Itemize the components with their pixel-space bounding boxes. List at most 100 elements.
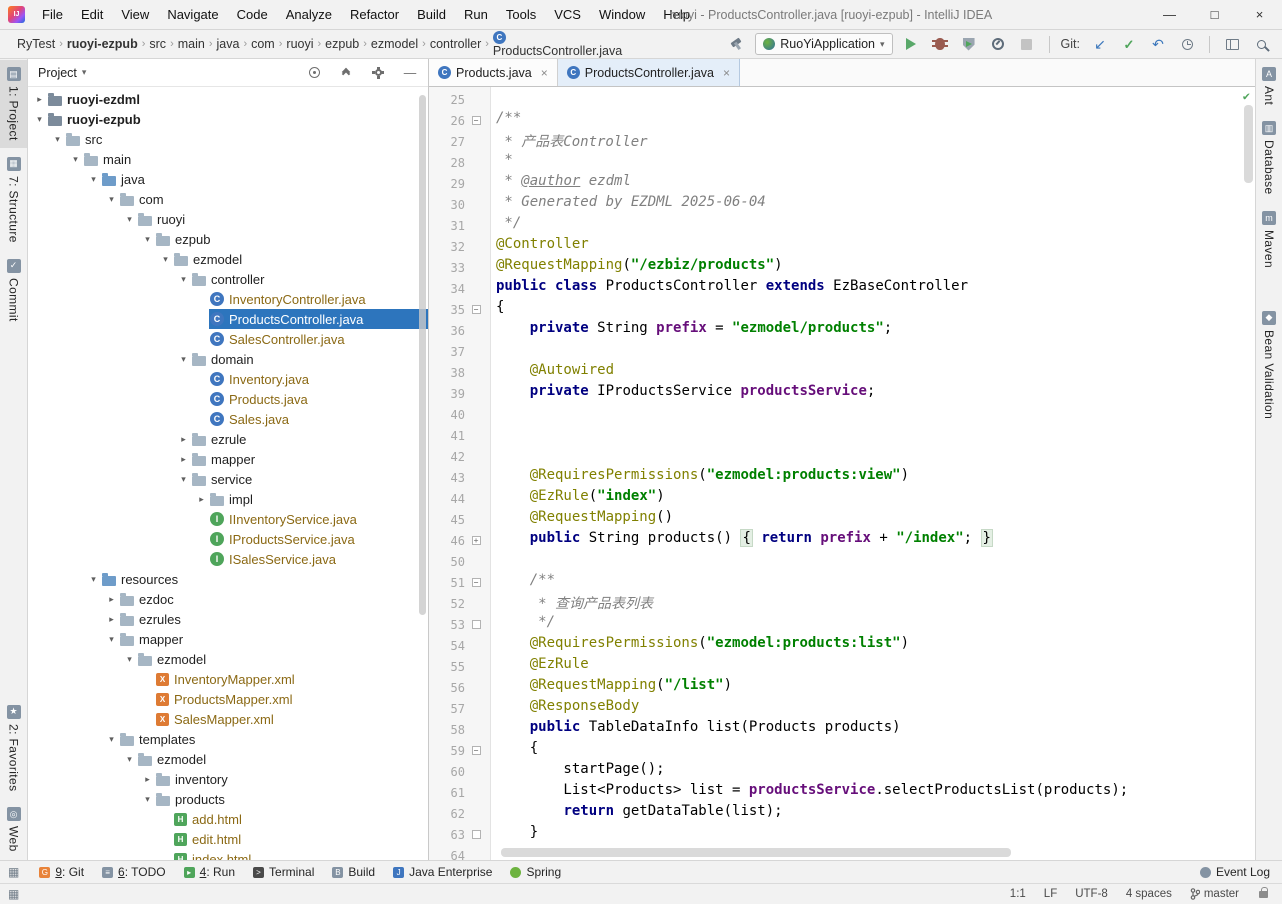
- gutter-line[interactable]: 50: [429, 551, 490, 572]
- chevron-down-icon[interactable]: ▾: [104, 194, 119, 205]
- code-line[interactable]: * 产品表Controller: [496, 131, 1255, 152]
- chevron-down-icon[interactable]: ▾: [82, 67, 87, 78]
- tree-item-ezrule[interactable]: ▸ezrule: [28, 429, 428, 449]
- code-line[interactable]: @RequiresPermissions("ezmodel:products:l…: [496, 635, 1255, 656]
- debug-button[interactable]: [929, 33, 951, 55]
- tool-window-button-commit[interactable]: ✓Commit: [0, 252, 27, 329]
- gutter-line[interactable]: 30: [429, 194, 490, 215]
- code-line[interactable]: @ResponseBody: [496, 698, 1255, 719]
- restore-layout-button[interactable]: [1221, 33, 1243, 55]
- gutter-line[interactable]: 59−: [429, 740, 490, 761]
- tree-item-iproductsservice-java[interactable]: IIProductsService.java: [28, 529, 428, 549]
- caret-position[interactable]: 1:1: [1010, 888, 1026, 900]
- chevron-down-icon[interactable]: ▾: [140, 794, 155, 805]
- chevron-down-icon[interactable]: ▾: [122, 654, 137, 665]
- editor[interactable]: 2526−272829303132333435−3637383940414243…: [429, 87, 1255, 860]
- tree-item-main[interactable]: ▾main: [28, 149, 428, 169]
- breadcrumb-item-productscontroller-java[interactable]: CProductsController.java: [490, 31, 625, 58]
- gutter-line[interactable]: 38: [429, 362, 490, 383]
- tree-item-ezmodel[interactable]: ▾ezmodel: [28, 749, 428, 769]
- breadcrumb-item-java[interactable]: java: [214, 37, 243, 51]
- tool-window-button-database[interactable]: ▥Database: [1256, 114, 1282, 202]
- tree-item-inventorycontroller-java[interactable]: CInventoryController.java: [28, 289, 428, 309]
- code-line[interactable]: }: [496, 824, 1255, 845]
- rollback-button[interactable]: ↶: [1147, 33, 1169, 55]
- gutter-line[interactable]: 51−: [429, 572, 490, 593]
- tree-item-ezmodel[interactable]: ▾ezmodel: [28, 249, 428, 269]
- gutter-line[interactable]: 60: [429, 761, 490, 782]
- menu-tools[interactable]: Tools: [497, 0, 545, 29]
- fold-marker-icon[interactable]: −: [465, 116, 487, 125]
- lock-icon[interactable]: [1259, 891, 1268, 898]
- chevron-down-icon[interactable]: ▾: [50, 134, 65, 145]
- indent-setting[interactable]: 4 spaces: [1126, 888, 1172, 900]
- code-line[interactable]: [496, 551, 1255, 572]
- settings-gear-icon[interactable]: [370, 65, 386, 81]
- gutter-line[interactable]: 58: [429, 719, 490, 740]
- code-line[interactable]: return getDataTable(list);: [496, 803, 1255, 824]
- tree-item-ruoyi[interactable]: ▾ruoyi: [28, 209, 428, 229]
- tree-scrollbar[interactable]: [419, 95, 426, 615]
- menu-run[interactable]: Run: [455, 0, 497, 29]
- tree-item-ruoyi-ezdml[interactable]: ▸ruoyi-ezdml: [28, 89, 428, 109]
- gutter-line[interactable]: 52: [429, 593, 490, 614]
- code-line[interactable]: * Generated by EZDML 2025-06-04: [496, 194, 1255, 215]
- code-line[interactable]: * 查询产品表列表: [496, 593, 1255, 614]
- fold-marker-icon[interactable]: −: [465, 578, 487, 587]
- tree-item-src[interactable]: ▾src: [28, 129, 428, 149]
- menu-help[interactable]: Help: [654, 0, 699, 29]
- gutter-line[interactable]: 28: [429, 152, 490, 173]
- chevron-right-icon[interactable]: ▸: [176, 454, 191, 465]
- chevron-down-icon[interactable]: ▾: [68, 154, 83, 165]
- menu-edit[interactable]: Edit: [72, 0, 112, 29]
- tool-window-button-terminal[interactable]: >Terminal: [253, 865, 314, 879]
- tree-item-java[interactable]: ▾java: [28, 169, 428, 189]
- gutter-line[interactable]: 56: [429, 677, 490, 698]
- collapse-all-icon[interactable]: [338, 65, 354, 81]
- run-coverage-button[interactable]: [958, 33, 980, 55]
- chevron-down-icon[interactable]: ▾: [158, 254, 173, 265]
- search-everywhere-button[interactable]: [1250, 33, 1272, 55]
- tool-window-button-web[interactable]: ◎Web: [0, 800, 27, 859]
- chevron-right-icon[interactable]: ▸: [104, 594, 119, 605]
- tree-item-products-java[interactable]: CProducts.java: [28, 389, 428, 409]
- tree-item-ezrules[interactable]: ▸ezrules: [28, 609, 428, 629]
- gutter-line[interactable]: 63: [429, 824, 490, 845]
- code-line[interactable]: @RequestMapping("/ezbiz/products"): [496, 257, 1255, 278]
- chevron-down-icon[interactable]: ▾: [32, 114, 47, 125]
- maximize-button[interactable]: □: [1192, 0, 1237, 29]
- tree-item-ezmodel[interactable]: ▾ezmodel: [28, 649, 428, 669]
- menu-analyze[interactable]: Analyze: [277, 0, 341, 29]
- menu-vcs[interactable]: VCS: [545, 0, 590, 29]
- tree-item-domain[interactable]: ▾domain: [28, 349, 428, 369]
- tree-item-productsmapper-xml[interactable]: XProductsMapper.xml: [28, 689, 428, 709]
- gutter-line[interactable]: 64: [429, 845, 490, 860]
- code-line[interactable]: /**: [496, 110, 1255, 131]
- close-tab-icon[interactable]: ×: [723, 66, 730, 80]
- code-line[interactable]: * @author ezdml: [496, 173, 1255, 194]
- gutter-line[interactable]: 45: [429, 509, 490, 530]
- chevron-down-icon[interactable]: ▾: [104, 734, 119, 745]
- editor-vertical-scrollbar[interactable]: [1244, 105, 1253, 183]
- gutter-line[interactable]: 44: [429, 488, 490, 509]
- gutter-line[interactable]: 61: [429, 782, 490, 803]
- gutter-line[interactable]: 54: [429, 635, 490, 656]
- tool-window-button-todo[interactable]: ≡6: TODO: [102, 865, 166, 879]
- tree-item-ezdoc[interactable]: ▸ezdoc: [28, 589, 428, 609]
- fold-marker-icon[interactable]: [465, 830, 487, 839]
- menu-refactor[interactable]: Refactor: [341, 0, 408, 29]
- hide-panel-icon[interactable]: —: [402, 65, 418, 81]
- chevron-right-icon[interactable]: ▸: [32, 94, 47, 105]
- minimize-button[interactable]: —: [1147, 0, 1192, 29]
- tree-item-impl[interactable]: ▸impl: [28, 489, 428, 509]
- tree-item-mapper[interactable]: ▸mapper: [28, 449, 428, 469]
- gutter-line[interactable]: 41: [429, 425, 490, 446]
- line-separator[interactable]: LF: [1044, 888, 1057, 900]
- tree-item-ezpub[interactable]: ▾ezpub: [28, 229, 428, 249]
- file-encoding[interactable]: UTF-8: [1075, 888, 1108, 900]
- menu-build[interactable]: Build: [408, 0, 455, 29]
- gutter-line[interactable]: 26−: [429, 110, 490, 131]
- chevron-down-icon[interactable]: ▾: [176, 274, 191, 285]
- tree-item-sales-java[interactable]: CSales.java: [28, 409, 428, 429]
- gutter-line[interactable]: 25: [429, 89, 490, 110]
